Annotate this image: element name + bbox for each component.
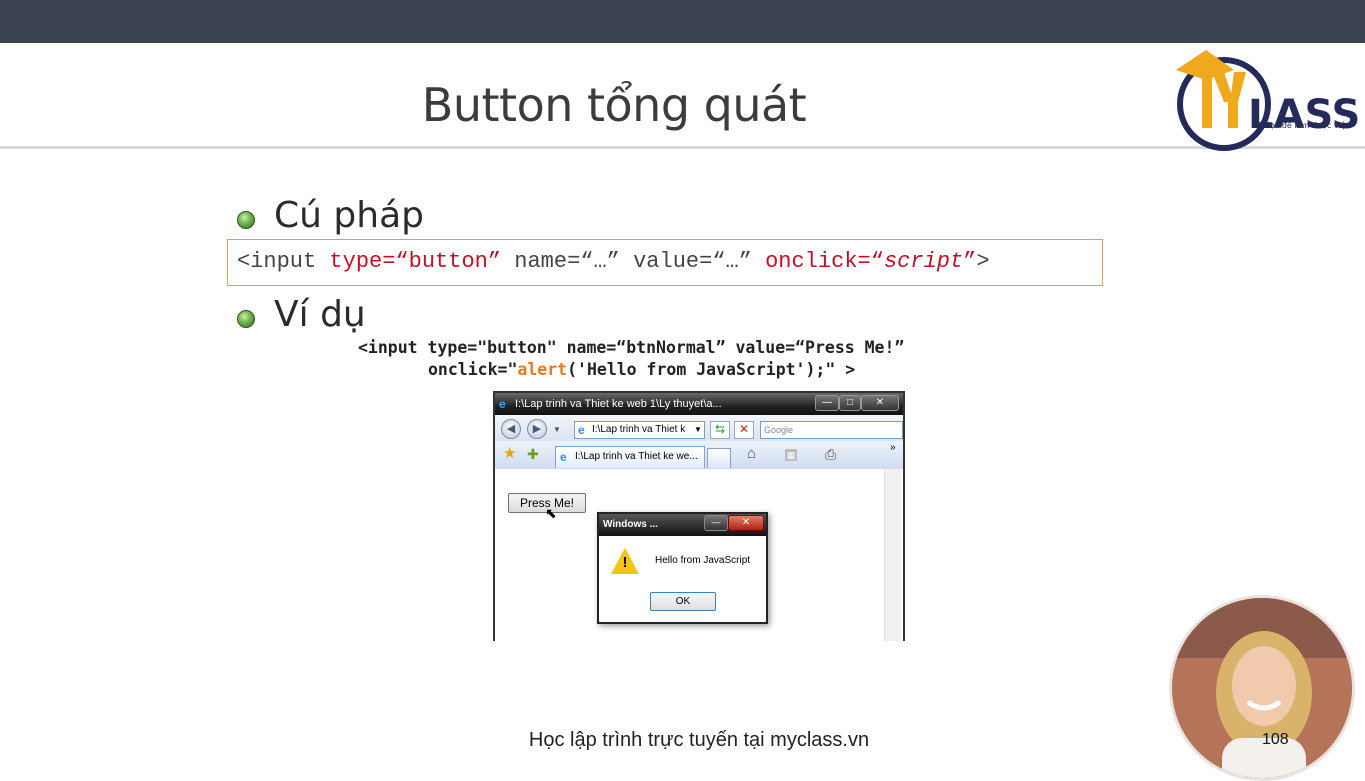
syntax-heading: Cú pháp bbox=[274, 195, 424, 236]
tab-current[interactable]: e I:\Lap trinh va Thiet ke we... bbox=[555, 446, 705, 468]
refresh-icon[interactable]: ⇆ bbox=[710, 421, 730, 439]
code-fragment: ('Hello from JavaScript');" > bbox=[567, 360, 856, 379]
syntax-onclick-attr: onclick=“ bbox=[765, 249, 884, 274]
dialog-minimize-button[interactable]: — bbox=[704, 515, 728, 531]
add-favorites-icon[interactable]: ✚ bbox=[527, 447, 539, 461]
maximize-button[interactable]: □ bbox=[839, 395, 861, 411]
warning-exclamation: ! bbox=[622, 554, 628, 571]
example-code-line-1: <input type="button" name=“btnNormal” va… bbox=[358, 338, 905, 357]
tab-toolbar: ★ ✚ e I:\Lap trinh va Thiet ke we... ⌂ ▦… bbox=[495, 441, 903, 470]
ie-page-icon: e bbox=[560, 450, 567, 464]
svg-text:LASS: LASS bbox=[1248, 92, 1360, 138]
bullet-icon bbox=[237, 211, 255, 229]
more-chevrons-icon[interactable]: » bbox=[890, 441, 896, 455]
home-icon[interactable]: ⌂ bbox=[747, 446, 756, 461]
syntax-part: name=“…” value=“…” bbox=[501, 249, 766, 274]
syntax-quote: ” bbox=[963, 249, 977, 274]
new-tab-button[interactable] bbox=[707, 448, 731, 468]
example-heading: Ví dụ bbox=[274, 294, 366, 335]
forward-button[interactable]: ▶ bbox=[527, 419, 547, 439]
presenter-avatar bbox=[1169, 595, 1355, 781]
title-divider bbox=[0, 146, 1365, 149]
feeds-icon[interactable]: ▦ bbox=[785, 449, 797, 461]
syntax-close: > bbox=[976, 249, 990, 274]
print-icon[interactable]: ⎙ bbox=[825, 447, 836, 461]
search-input[interactable]: Google bbox=[760, 421, 903, 439]
dialog-body: ! Hello from JavaScript OK bbox=[599, 536, 766, 622]
dialog-close-button[interactable]: ✕ bbox=[728, 515, 764, 531]
address-text: I:\Lap trinh va Thiet k bbox=[592, 424, 686, 435]
svg-text:Học để làm được việc: Học để làm được việc bbox=[1264, 120, 1350, 130]
ie-logo-icon: e bbox=[499, 397, 506, 411]
stop-icon[interactable]: ✕ bbox=[734, 421, 754, 439]
address-toolbar: ◀ ▶ ▼ e I:\Lap trinh va Thiet k ▼ ⇆ ✕ Go… bbox=[495, 415, 903, 441]
code-fragment: onclick=" bbox=[428, 360, 518, 379]
example-code-line-2: onclick="alert('Hello from JavaScript');… bbox=[428, 360, 855, 379]
mouse-cursor-icon: ⬉ bbox=[545, 505, 557, 521]
minimize-button[interactable]: — bbox=[815, 395, 839, 411]
browser-window-title: I:\Lap trinh va Thiet ke web 1\Ly thuyet… bbox=[515, 398, 722, 410]
top-bar bbox=[0, 0, 1365, 43]
syntax-part: <input bbox=[237, 249, 330, 274]
back-button[interactable]: ◀ bbox=[501, 419, 521, 439]
tab-title: I:\Lap trinh va Thiet ke we... bbox=[575, 451, 698, 462]
syntax-code-box: <input type=“button” name=“…” value=“…” … bbox=[227, 239, 1103, 286]
slide-footer: Học lập trình trực tuyến tại myclass.vn bbox=[528, 729, 870, 751]
page-number: 108 bbox=[1262, 731, 1289, 748]
dropdown-arrow-icon[interactable]: ▼ bbox=[692, 423, 704, 437]
address-bar[interactable]: e I:\Lap trinh va Thiet k bbox=[574, 421, 705, 439]
ie-page-icon: e bbox=[578, 423, 585, 437]
chevron-down-icon[interactable]: ▼ bbox=[553, 423, 561, 437]
syntax-script-placeholder: script bbox=[883, 249, 964, 274]
syntax-type-attr: type=“button” bbox=[329, 249, 502, 274]
ok-button[interactable]: OK bbox=[650, 592, 716, 611]
bullet-icon bbox=[237, 310, 255, 328]
favorites-star-icon[interactable]: ★ bbox=[503, 446, 516, 461]
code-alert-keyword: alert bbox=[517, 360, 568, 379]
vertical-scrollbar[interactable] bbox=[884, 469, 901, 641]
slide-title: Button tổng quát bbox=[421, 78, 807, 132]
browser-title-bar: e I:\Lap trinh va Thiet ke web 1\Ly thuy… bbox=[495, 393, 903, 415]
presenter-photo bbox=[1172, 598, 1352, 778]
dialog-message: Hello from JavaScript bbox=[655, 555, 751, 566]
myclass-logo: LASS Học để làm được việc bbox=[1176, 50, 1360, 151]
close-button[interactable]: ✕ bbox=[861, 395, 899, 411]
alert-dialog: Windows ... — ✕ ! Hello from JavaScript … bbox=[597, 512, 768, 624]
